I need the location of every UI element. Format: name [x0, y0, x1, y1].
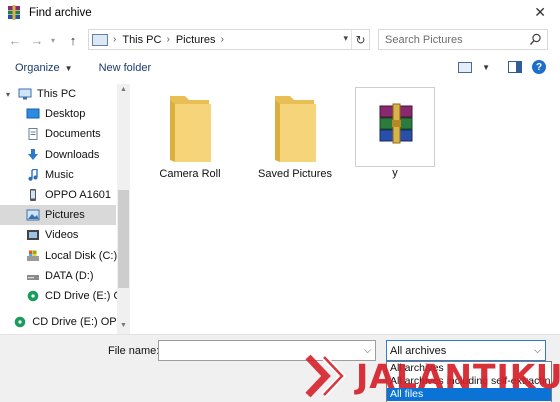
up-button[interactable]: ↑: [62, 29, 84, 51]
arrow-right-icon: →: [30, 32, 44, 48]
downloads-icon: [26, 148, 40, 161]
folder-icon: [167, 94, 213, 162]
sidebar-item-documents[interactable]: Documents: [0, 124, 130, 144]
sidebar-item-cd-drive-e[interactable]: CD Drive (E:) OP: [0, 286, 130, 306]
search-placeholder: Search Pictures: [385, 33, 463, 46]
preview-pane-icon[interactable]: [508, 61, 522, 73]
close-icon[interactable]: ✕: [534, 4, 546, 21]
file-item-label: Camera Roll: [159, 168, 221, 180]
sidebar-item-label: Documents: [45, 128, 101, 141]
sidebar-item-music[interactable]: Music: [0, 165, 130, 185]
music-icon: [26, 167, 40, 181]
file-name-label: File name:: [108, 345, 160, 357]
pictures-icon: [26, 209, 40, 221]
scroll-down-icon[interactable]: ▼: [118, 322, 129, 332]
desktop-icon: [26, 108, 40, 120]
change-view-icon[interactable]: [458, 61, 473, 73]
sidebar-item-label: Pictures: [45, 209, 85, 222]
title-bar: Find archive ✕: [0, 0, 560, 26]
phone-icon: [26, 189, 40, 202]
sidebar-item-label: Videos: [45, 229, 79, 242]
watermark-logo-icon: [304, 353, 354, 399]
drive-icon: [26, 270, 40, 282]
local-disk-icon: [26, 250, 40, 262]
scroll-up-icon[interactable]: ▲: [118, 86, 129, 96]
watermark-text: JALANTIKUS: [356, 356, 560, 396]
sidebar-item-label: DATA (D:): [45, 269, 94, 282]
sidebar-item-local-disk-c[interactable]: Local Disk (C:): [0, 246, 130, 266]
this-pc-icon: [92, 33, 108, 46]
winrar-archive-icon: [355, 87, 435, 167]
forward-button[interactable]: →: [26, 29, 48, 51]
file-list[interactable]: Camera Roll Saved Pictures y: [131, 80, 560, 334]
refresh-icon[interactable]: ↻: [351, 30, 369, 49]
command-toolbar: Organize ▼ New folder ▼ ?: [0, 56, 560, 80]
new-folder-button[interactable]: New folder: [99, 62, 152, 74]
address-bar[interactable]: › This PC › Pictures › ▾ ↻: [88, 29, 370, 50]
winrar-icon: [6, 5, 22, 21]
chevron-right-icon[interactable]: ›: [221, 34, 224, 45]
breadcrumb-this-pc[interactable]: This PC: [122, 34, 161, 46]
window-title: Find archive: [29, 7, 92, 19]
file-item-label: y: [392, 167, 398, 179]
sidebar-item-label: Music: [45, 168, 74, 181]
sidebar-item-label: This PC: [37, 88, 77, 101]
search-icon[interactable]: [529, 33, 542, 46]
chevron-right-icon: ›: [113, 34, 117, 45]
sidebar-item-label: CD Drive (E:) OPP: [32, 316, 124, 329]
sidebar-item-label: Downloads: [45, 148, 100, 161]
folder-saved-pictures[interactable]: Saved Pictures: [252, 94, 338, 180]
sidebar-scroll-thumb[interactable]: [118, 190, 129, 288]
folder-icon: [272, 94, 318, 162]
documents-icon: [26, 128, 40, 141]
address-dropdown-icon[interactable]: ▾: [343, 33, 348, 44]
chevron-down-icon[interactable]: ▾: [6, 90, 16, 99]
sidebar-item-cd-drive-e-root[interactable]: CD Drive (E:) OPP ▾: [0, 312, 130, 332]
recent-locations-button[interactable]: ▾: [48, 29, 58, 51]
arrow-left-icon: ←: [8, 32, 22, 48]
organize-label: Organize: [15, 62, 60, 74]
sidebar-item-this-pc[interactable]: ▾ This PC: [0, 84, 130, 104]
videos-icon: [26, 229, 40, 241]
sidebar-item-label: Desktop: [45, 108, 86, 121]
breadcrumb-pictures[interactable]: Pictures: [176, 34, 216, 46]
cd-drive-icon: [26, 290, 40, 302]
sidebar-item-videos[interactable]: Videos: [0, 225, 130, 245]
sidebar-item-pictures[interactable]: Pictures: [0, 205, 116, 226]
new-folder-label: New folder: [98, 62, 152, 74]
computer-icon: [18, 88, 32, 100]
sidebar-item-downloads[interactable]: Downloads: [0, 145, 130, 165]
cd-drive-icon: [13, 316, 27, 328]
chevron-down-icon: ▾: [50, 35, 55, 45]
back-button[interactable]: ←: [4, 29, 26, 51]
chevron-down-icon: ▼: [64, 63, 73, 73]
folder-camera-roll[interactable]: Camera Roll: [149, 94, 231, 180]
sidebar-item-label: OPPO A1601: [45, 189, 112, 202]
sidebar-item-data-d[interactable]: DATA (D:): [0, 266, 130, 286]
search-input[interactable]: Search Pictures: [378, 29, 548, 50]
navigation-bar: ← → ▾ ↑ › This PC › Pictures › ▾ ↻ Searc…: [0, 26, 560, 54]
organize-button[interactable]: Organize ▼: [15, 62, 73, 74]
archive-file-y[interactable]: y: [354, 87, 436, 179]
arrow-up-icon: ↑: [69, 32, 77, 48]
navigation-pane: ▾ This PC Desktop Documents Downloads Mu…: [0, 84, 130, 334]
chevron-down-icon[interactable]: ▼: [482, 63, 490, 72]
sidebar-item-label: Local Disk (C:): [45, 249, 118, 262]
sidebar-item-desktop[interactable]: Desktop: [0, 104, 130, 124]
watermark: JALANTIKUS: [304, 350, 560, 402]
help-icon[interactable]: ?: [532, 60, 546, 74]
sidebar-item-oppo-a1601[interactable]: OPPO A1601: [0, 185, 130, 205]
chevron-right-icon: ›: [166, 34, 170, 45]
file-item-label: Saved Pictures: [258, 168, 332, 180]
